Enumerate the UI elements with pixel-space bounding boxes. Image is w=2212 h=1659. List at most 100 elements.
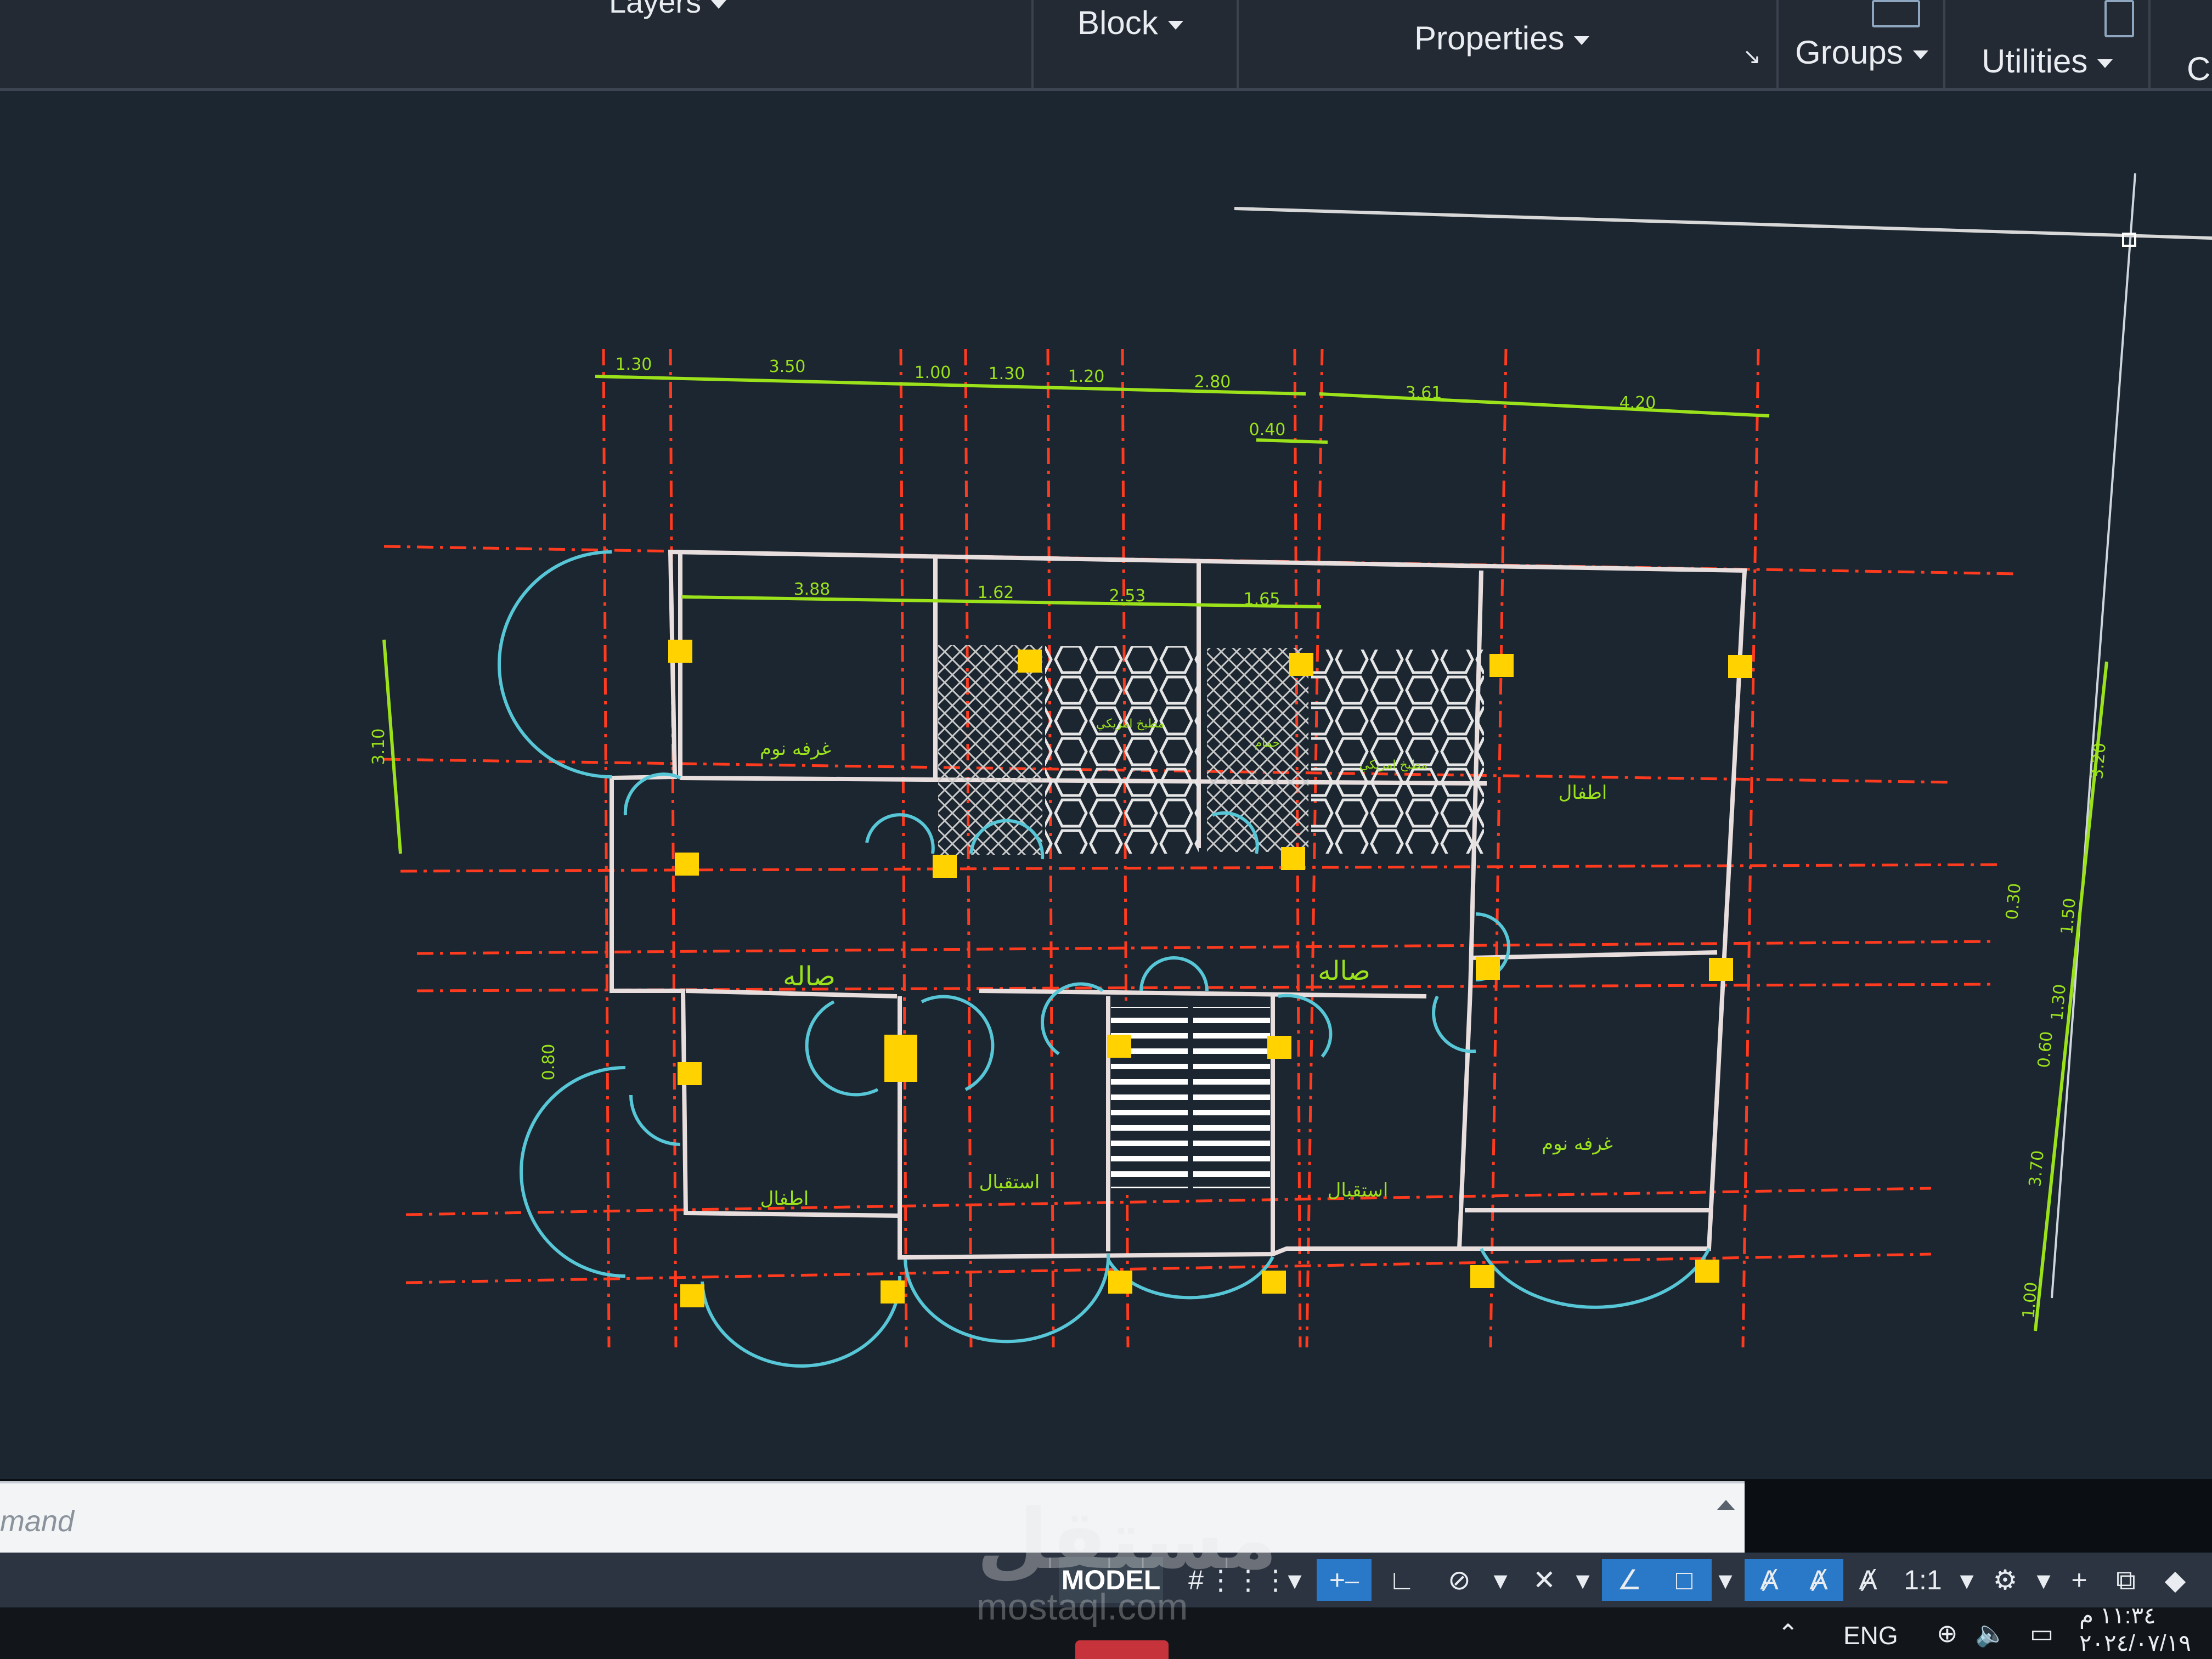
dimension-label-right[interactable]: 1.30 — [2047, 983, 2070, 1022]
structural-column[interactable] — [1262, 1271, 1286, 1294]
dimension-label-right[interactable]: 1.00 — [2019, 1281, 2041, 1319]
kitchen-hatch[interactable] — [1311, 650, 1484, 854]
ortho-icon[interactable]: ∟ — [1377, 1559, 1426, 1601]
structural-column[interactable] — [1489, 654, 1514, 677]
language-indicator[interactable]: ENG — [1843, 1621, 1898, 1650]
chevron-down-icon[interactable]: ▾ — [2030, 1559, 2057, 1601]
structural-column[interactable] — [933, 855, 957, 878]
dimension-label-top[interactable]: 1.20 — [1068, 367, 1105, 386]
room-label[interactable]: استقبال — [979, 1171, 1040, 1193]
structural-column[interactable] — [678, 1062, 702, 1085]
door-swing[interactable] — [865, 813, 935, 854]
structural-column[interactable] — [668, 640, 692, 663]
door-swing[interactable] — [520, 1066, 626, 1278]
dimension-label-top[interactable]: 2.80 — [1194, 373, 1231, 392]
room-label[interactable]: حمام — [1255, 736, 1280, 750]
isodraft-icon[interactable]: ✕ — [1520, 1559, 1569, 1601]
layers-panel-label[interactable]: Layers — [609, 0, 727, 20]
structural-column[interactable] — [1289, 653, 1313, 676]
stairs[interactable] — [1111, 1007, 1188, 1188]
structural-column[interactable] — [675, 853, 699, 876]
structural-column[interactable] — [1107, 1035, 1131, 1058]
chevron-down-icon[interactable]: ▾ — [1953, 1559, 1980, 1601]
model-space-canvas[interactable]: 1.30 3.50 1.00 1.30 1.20 2.80 0.40 3.61 4.20 3.88… — [0, 91, 2212, 1479]
dimension-label-right[interactable]: 3.70 — [2025, 1149, 2048, 1188]
calculator-icon[interactable] — [2104, 0, 2134, 37]
room-label[interactable]: اطفال — [1559, 782, 1607, 804]
globe-icon[interactable]: ⊕ — [1937, 1618, 1958, 1648]
groups-panel-label[interactable]: Groups — [1795, 33, 1928, 71]
room-label[interactable]: غرفه نوم — [760, 738, 831, 760]
command-history-toggle-icon[interactable] — [1717, 1500, 1735, 1510]
structural-column[interactable] — [1018, 650, 1042, 673]
structural-column[interactable] — [1267, 1036, 1291, 1059]
axis-line-horizontal[interactable] — [416, 940, 1997, 955]
annotation-scale-icon[interactable]: Ⱥ — [1843, 1559, 1893, 1601]
clock-time[interactable]: ١١:٣٤ م — [2079, 1602, 2156, 1629]
dimension-label-top[interactable]: 4.20 — [1620, 393, 1656, 413]
structural-column[interactable] — [1470, 1265, 1494, 1288]
utilities-panel-label[interactable]: Utilities — [1982, 42, 2113, 80]
group-icon[interactable] — [1872, 0, 1920, 27]
gear-icon[interactable]: ⚙ — [1980, 1559, 2030, 1601]
room-label[interactable]: غرفه نوم — [1542, 1133, 1613, 1155]
room-label[interactable]: اطفال — [760, 1188, 809, 1210]
structural-column[interactable] — [1709, 958, 1733, 981]
dimension-label-left[interactable]: 3.10 — [369, 729, 388, 765]
bathroom-hatch[interactable] — [1207, 648, 1308, 852]
axis-line-vertical[interactable] — [669, 348, 678, 1348]
axis-line-vertical[interactable] — [1741, 348, 1760, 1348]
dimension-line-top[interactable] — [1319, 392, 1770, 417]
chevron-down-icon[interactable]: ▾ — [1278, 1559, 1311, 1601]
chevron-down-icon[interactable]: ▾ — [1712, 1559, 1739, 1601]
structural-column[interactable] — [1108, 1271, 1132, 1294]
dynamic-input-icon[interactable]: +⎯ — [1317, 1559, 1372, 1601]
plus-icon[interactable]: + — [2057, 1559, 2101, 1601]
door-swing[interactable] — [701, 1276, 902, 1368]
structural-column[interactable] — [884, 1035, 917, 1082]
structural-column[interactable] — [1281, 847, 1305, 870]
dimension-label-right[interactable]: 1.50 — [2057, 897, 2080, 935]
annotation-scale-value[interactable]: 1:1 — [1893, 1559, 1953, 1601]
dimension-label-top[interactable]: 1.30 — [616, 355, 652, 374]
axis-line-vertical[interactable] — [1489, 348, 1508, 1348]
dimension-label-top[interactable]: 1.00 — [915, 363, 951, 382]
dimension-label-right[interactable]: 3.20 — [2087, 742, 2110, 780]
hardware-acceleration-icon[interactable]: ◆ — [2151, 1559, 2200, 1601]
structural-column[interactable] — [680, 1284, 704, 1307]
structural-column[interactable] — [881, 1280, 905, 1304]
room-label[interactable]: مطبخ امريكي — [1359, 758, 1427, 772]
chevron-up-icon[interactable]: ⌃ — [1778, 1618, 1799, 1648]
dimension-label-right[interactable]: 0.30 — [2002, 882, 2025, 921]
door-swing[interactable] — [498, 550, 612, 778]
dimension-label-right[interactable]: 0.60 — [2034, 1030, 2057, 1069]
room-label[interactable]: استقبال — [1328, 1180, 1389, 1201]
floor-plan-drawing[interactable]: 1.30 3.50 1.00 1.30 1.20 2.80 0.40 3.61 4.20 3.88… — [0, 91, 2212, 1479]
polar-icon[interactable]: ⊘ — [1432, 1559, 1487, 1601]
door-swing[interactable] — [805, 1000, 879, 1097]
dimension-label-inner[interactable]: 1.65 — [1244, 590, 1280, 609]
auto-scale-icon[interactable]: Ⱥ — [1794, 1559, 1843, 1601]
axis-line-horizontal[interactable] — [400, 863, 1997, 873]
selection-line[interactable] — [1234, 207, 2212, 240]
object-snap-tracking-icon[interactable]: ∠ — [1602, 1559, 1657, 1601]
structural-column[interactable] — [1476, 957, 1500, 980]
battery-icon[interactable]: ▭ — [2030, 1618, 2053, 1648]
chevron-down-icon[interactable]: ▾ — [1487, 1559, 1514, 1601]
door-swing[interactable] — [1107, 1256, 1274, 1300]
door-swing[interactable] — [1139, 956, 1209, 991]
room-label[interactable]: صاله — [1318, 956, 1370, 986]
chevron-down-icon[interactable]: ▾ — [1569, 1559, 1596, 1601]
stairs[interactable] — [1193, 1007, 1270, 1188]
structural-column[interactable] — [1728, 655, 1752, 678]
room-label[interactable]: مطبخ امريكي — [1096, 717, 1164, 731]
clipboard-label[interactable]: Cl — [2187, 50, 2212, 88]
door-swing[interactable] — [904, 1254, 1110, 1344]
structural-column[interactable] — [1695, 1260, 1719, 1283]
block-panel-label[interactable]: Block — [1077, 4, 1183, 42]
dimension-label-top[interactable]: 1.30 — [989, 364, 1025, 383]
dimension-label-left[interactable]: 0.80 — [539, 1044, 558, 1081]
speaker-icon[interactable]: 🔈 — [1975, 1618, 2006, 1649]
room-label[interactable]: صاله — [783, 961, 836, 992]
dimension-label-top[interactable]: 3.61 — [1406, 383, 1442, 403]
